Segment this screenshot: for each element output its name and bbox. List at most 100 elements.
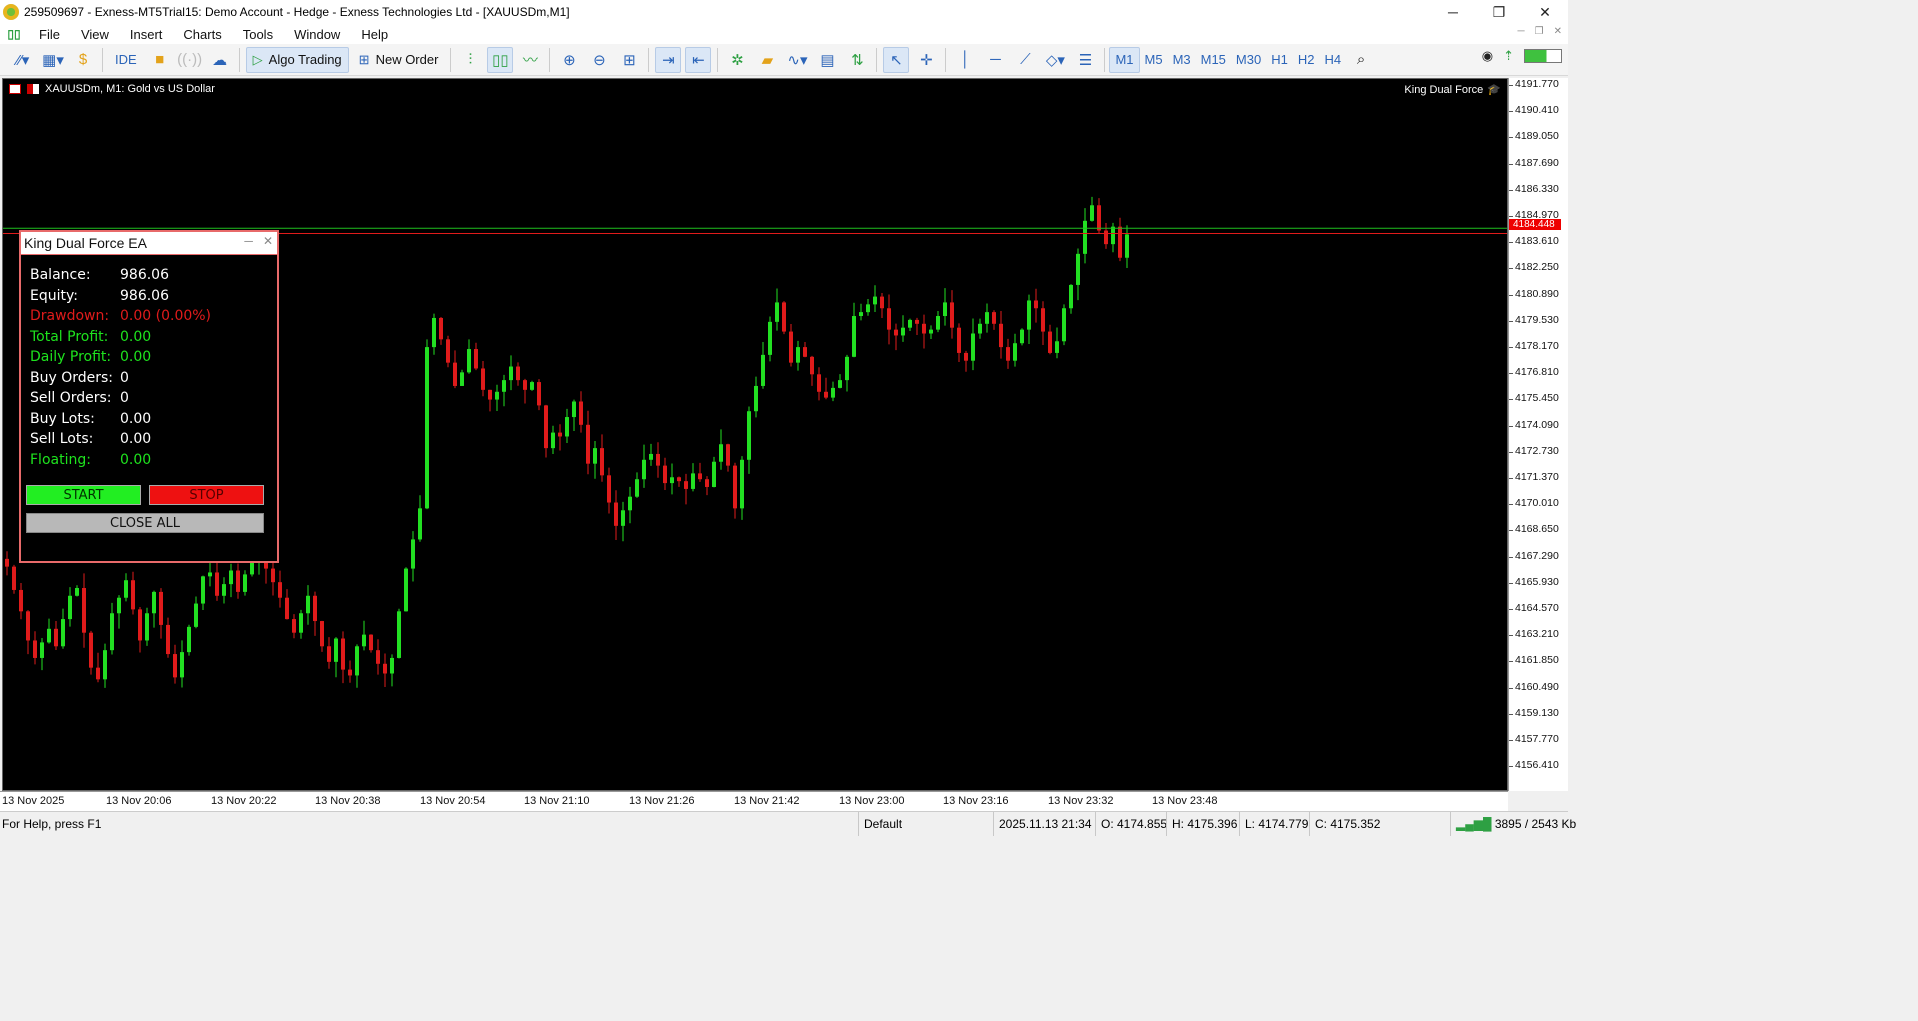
candle: [299, 609, 303, 639]
time-label: 13 Nov 23:32: [1048, 795, 1114, 807]
zoom-out-icon[interactable]: ⊖: [586, 47, 612, 73]
candle: [110, 602, 114, 655]
chart-area[interactable]: XAUUSDm, M1: Gold vs US Dollar King Dual…: [2, 78, 1508, 791]
price-tick: 4186.330: [1509, 182, 1559, 195]
signals-icon[interactable]: ((·)): [177, 47, 203, 73]
indicators-icon[interactable]: ✲: [724, 47, 750, 73]
ea-panel-titlebar[interactable]: King Dual Force EA ─ ✕: [21, 232, 277, 255]
candle: [26, 610, 30, 655]
candle: [1020, 328, 1024, 346]
mdi-window-icon[interactable]: ▯▯: [6, 27, 22, 41]
line-chart-icon[interactable]: 〰: [517, 47, 543, 73]
candle: [1125, 225, 1129, 269]
menu-insert[interactable]: Insert: [121, 27, 175, 42]
menu-window[interactable]: Window: [285, 27, 352, 42]
candle: [68, 587, 72, 627]
mdi-minimize-icon[interactable]: ─: [1518, 26, 1525, 37]
folder-icon[interactable]: ▰: [754, 47, 780, 73]
candle: [579, 391, 583, 433]
candle: [285, 589, 289, 620]
menu-view[interactable]: View: [72, 27, 121, 42]
timeframe-m1[interactable]: M1: [1109, 46, 1140, 73]
trendline-icon[interactable]: ⟋: [1012, 47, 1038, 73]
candle: [47, 618, 51, 644]
timeframe-h2[interactable]: H2: [1293, 47, 1320, 73]
panel-minimize-icon[interactable]: ─: [244, 234, 253, 248]
candle: [145, 607, 149, 646]
search-icon[interactable]: ⌕: [1348, 47, 1374, 73]
horizontal-line-icon[interactable]: ─: [982, 47, 1008, 73]
templates-icon[interactable]: ▤: [814, 47, 840, 73]
close-window-button[interactable]: ✕: [1522, 0, 1568, 24]
stop-button[interactable]: STOP: [149, 485, 264, 505]
current-price-label: 4184.448: [1509, 219, 1561, 230]
auto-scroll-icon[interactable]: ⇥: [655, 46, 682, 73]
candle: [698, 462, 702, 482]
candle: [425, 339, 429, 510]
timeframe-m30[interactable]: M30: [1231, 47, 1266, 73]
candle: [593, 441, 597, 479]
cursor-icon[interactable]: ↖: [883, 46, 910, 73]
chart-templates-icon[interactable]: ▦▾: [40, 47, 66, 73]
status-bar: For Help, press F1 Default 2025.11.13 21…: [0, 811, 1576, 836]
candle: [1062, 304, 1066, 346]
zoom-in-icon[interactable]: ⊕: [556, 47, 582, 73]
periods-icon[interactable]: ⇅: [844, 47, 870, 73]
candle: [355, 644, 359, 688]
price-tick: 4175.450: [1509, 392, 1559, 405]
one-click-trading-icon[interactable]: [27, 84, 39, 94]
price-axis[interactable]: 4191.770 4190.410 4189.050 4187.690 4186.330…: [1508, 78, 1568, 791]
fibonacci-icon[interactable]: ☰: [1072, 47, 1098, 73]
shapes-icon[interactable]: ◇▾: [1042, 47, 1068, 73]
candle: [418, 495, 422, 542]
menu-file[interactable]: File: [30, 27, 72, 42]
mdi-restore-icon[interactable]: ❐: [1535, 26, 1544, 37]
candle: [1034, 288, 1038, 323]
bar-chart-icon[interactable]: ⫶: [457, 47, 483, 73]
stat-total-profit: Total Profit: 0.00: [30, 328, 152, 345]
timeframe-h1[interactable]: H1: [1266, 47, 1293, 73]
new-order-icon: ⊞: [358, 51, 370, 67]
maximize-button[interactable]: ❐: [1476, 0, 1522, 24]
vps-cloud-icon[interactable]: ☁: [207, 47, 233, 73]
candle: [229, 563, 233, 598]
algo-trading-button[interactable]: ▷ Algo Trading: [245, 46, 349, 73]
account-icon[interactable]: ◉: [1482, 48, 1493, 64]
candle: [369, 634, 373, 653]
minimize-button[interactable]: ─: [1430, 0, 1476, 24]
chart-window-icon[interactable]: [9, 84, 21, 94]
start-button[interactable]: START: [26, 485, 141, 505]
price-tick: 4157.770: [1509, 733, 1559, 745]
crosshair-icon[interactable]: ✛: [913, 47, 939, 73]
mdi-close-icon[interactable]: ✕: [1554, 26, 1562, 37]
menu-tools[interactable]: Tools: [234, 27, 285, 42]
dollar-icon[interactable]: $: [70, 47, 96, 73]
line-chart-type-icon[interactable]: ⁄⁄▾: [10, 47, 36, 73]
signal-level-icon[interactable]: ⇡: [1503, 48, 1514, 64]
chart-shift-icon[interactable]: ⇤: [685, 46, 712, 73]
menu-help[interactable]: Help: [352, 27, 400, 42]
candle: [481, 361, 485, 397]
timeframe-h4[interactable]: H4: [1319, 47, 1346, 73]
market-bag-icon[interactable]: ■: [147, 47, 173, 73]
menu-bar: ▯▯ File View Insert Charts Tools Window …: [0, 24, 1568, 44]
tile-windows-icon[interactable]: ⊞: [616, 47, 642, 73]
timeframe-m15[interactable]: M15: [1196, 47, 1231, 73]
timeframe-m3[interactable]: M3: [1168, 47, 1196, 73]
close-all-button[interactable]: CLOSE ALL: [26, 513, 264, 533]
timeframe-m5[interactable]: M5: [1140, 47, 1168, 73]
candlestick-icon[interactable]: ▯▯: [487, 46, 514, 73]
ide-button[interactable]: IDE: [109, 47, 143, 73]
expert-advisor-label[interactable]: King Dual Force 🎓: [1404, 83, 1501, 97]
battery-icon: [1524, 49, 1562, 63]
indicator-list-icon[interactable]: ∿▾: [784, 47, 810, 73]
time-axis[interactable]: 13 Nov 2025 13 Nov 20:06 13 Nov 20:22 13 No…: [0, 791, 1508, 811]
vertical-line-icon[interactable]: │: [952, 47, 978, 73]
candle: [649, 443, 653, 466]
panel-close-icon[interactable]: ✕: [263, 234, 273, 248]
menu-charts[interactable]: Charts: [174, 27, 233, 42]
price-tick: 4191.770: [1509, 78, 1559, 90]
candle: [628, 486, 632, 524]
time-label: 13 Nov 20:06: [106, 795, 172, 807]
new-order-button[interactable]: ⊞ New Order: [353, 47, 445, 73]
